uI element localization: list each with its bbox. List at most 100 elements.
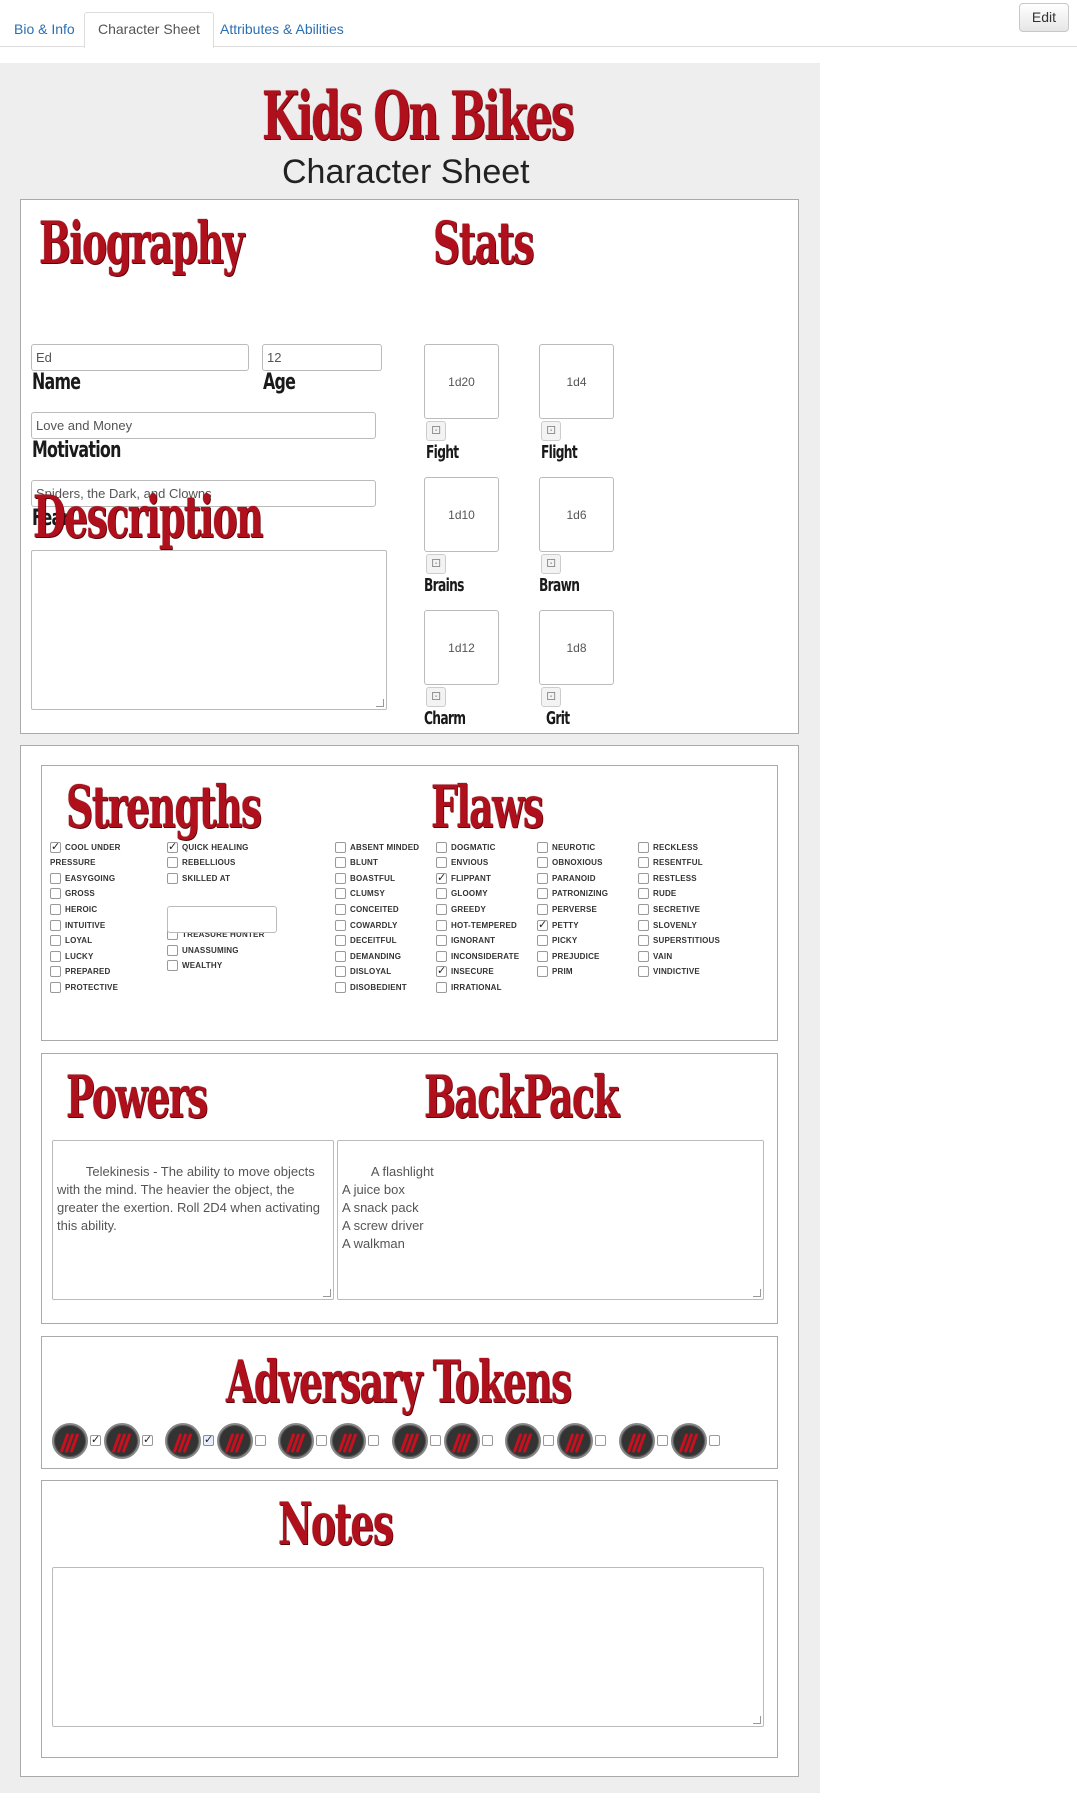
checkbox[interactable] <box>436 903 447 915</box>
checkbox-row[interactable]: LUCKY <box>50 948 94 964</box>
adversary-token-checkbox[interactable] <box>482 1435 493 1446</box>
checkbox-row[interactable]: BOASTFUL <box>335 870 395 886</box>
checkbox[interactable] <box>638 950 649 962</box>
resize-grip-icon[interactable] <box>376 699 384 707</box>
checkbox-row[interactable]: LOYAL <box>50 933 92 949</box>
checkbox[interactable] <box>638 872 649 884</box>
checkbox-row[interactable]: RUDE <box>638 886 676 902</box>
checkbox-row[interactable]: NEUROTIC <box>537 839 595 855</box>
checkbox[interactable] <box>436 950 447 962</box>
checkbox[interactable] <box>50 840 61 853</box>
checkbox[interactable] <box>335 950 346 962</box>
checkbox[interactable] <box>537 950 548 962</box>
stat-brawn-box[interactable]: 1d6 <box>539 477 614 552</box>
checkbox-row[interactable]: VAIN <box>638 948 672 964</box>
checkbox[interactable] <box>436 871 447 884</box>
checkbox-row[interactable]: VINDICTIVE <box>638 964 700 980</box>
checkbox[interactable] <box>436 888 447 900</box>
motivation-field[interactable]: Love and Money <box>31 412 376 439</box>
checkbox[interactable] <box>50 919 61 931</box>
roll-charm-button[interactable]: ⚀ <box>426 687 446 707</box>
adversary-token-checkbox[interactable] <box>657 1435 668 1446</box>
checkbox[interactable] <box>50 903 61 915</box>
tab-bio-info[interactable]: Bio & Info <box>0 12 89 47</box>
adversary-token-checkbox[interactable] <box>543 1435 554 1446</box>
checkbox-row[interactable]: IRRATIONAL <box>436 979 502 995</box>
checkbox[interactable] <box>537 903 548 915</box>
checkbox[interactable] <box>537 935 548 947</box>
adversary-token-checkbox[interactable] <box>430 1435 441 1446</box>
checkbox[interactable] <box>167 872 178 884</box>
checkbox-row[interactable]: GREEDY <box>436 901 486 917</box>
checkbox-row[interactable]: INCONSIDERATE <box>436 948 519 964</box>
roll-flight-button[interactable]: ⚀ <box>541 421 561 441</box>
stat-brains-box[interactable]: 1d10 <box>424 477 499 552</box>
checkbox-row[interactable]: RESTLESS <box>638 870 697 886</box>
resize-grip-icon[interactable] <box>753 1289 761 1297</box>
checkbox-row[interactable]: HEROIC <box>50 901 97 917</box>
checkbox[interactable] <box>50 950 61 962</box>
adversary-token-checkbox[interactable] <box>90 1433 101 1446</box>
checkbox[interactable] <box>50 872 61 884</box>
checkbox-row[interactable]: PERVERSE <box>537 901 597 917</box>
checkbox-row[interactable]: INSECURE <box>436 964 494 980</box>
checkbox[interactable] <box>335 888 346 900</box>
edit-button[interactable]: Edit <box>1018 3 1069 32</box>
checkbox-row[interactable]: PICKY <box>537 933 577 949</box>
checkbox[interactable] <box>537 966 548 978</box>
stat-grit-box[interactable]: 1d8 <box>539 610 614 685</box>
checkbox-row[interactable]: CONCEITED <box>335 901 399 917</box>
adversary-token-checkbox[interactable] <box>142 1433 153 1446</box>
checkbox-row[interactable]: FLIPPANT <box>436 870 491 886</box>
adversary-token-checkbox[interactable] <box>255 1435 266 1446</box>
checkbox-row[interactable]: ABSENT MINDED <box>335 839 419 855</box>
checkbox-row[interactable]: RECKLESS <box>638 839 698 855</box>
checkbox[interactable] <box>335 935 346 947</box>
checkbox[interactable] <box>537 918 548 931</box>
tab-attributes-abilities[interactable]: Attributes & Abilities <box>206 12 358 47</box>
roll-brains-button[interactable]: ⚀ <box>426 554 446 574</box>
checkbox-row[interactable]: GLOOMY <box>436 886 488 902</box>
checkbox[interactable] <box>335 841 346 853</box>
tab-character-sheet[interactable]: Character Sheet <box>84 12 214 48</box>
checkbox[interactable] <box>638 966 649 978</box>
checkbox[interactable] <box>537 888 548 900</box>
checkbox[interactable] <box>638 888 649 900</box>
powers-textarea[interactable]: Telekinesis - The ability to move object… <box>52 1140 334 1300</box>
skilled-at-input[interactable] <box>167 906 277 933</box>
checkbox[interactable] <box>50 981 61 993</box>
checkbox-row[interactable]: RESENTFUL <box>638 855 703 871</box>
checkbox[interactable] <box>436 841 447 853</box>
checkbox[interactable] <box>167 944 178 956</box>
checkbox-row[interactable]: DISOBEDIENT <box>335 979 407 995</box>
checkbox-row[interactable]: HOT-TEMPERED <box>436 917 517 933</box>
backpack-textarea[interactable]: A flashlight A juice box A snack pack A … <box>337 1140 764 1300</box>
checkbox[interactable] <box>537 841 548 853</box>
checkbox[interactable] <box>335 857 346 869</box>
checkbox[interactable] <box>335 981 346 993</box>
checkbox-row[interactable]: BLUNT <box>335 855 378 871</box>
checkbox-row[interactable]: PARANOID <box>537 870 596 886</box>
stat-fight-box[interactable]: 1d20 <box>424 344 499 419</box>
age-field[interactable]: 12 <box>262 344 382 371</box>
checkbox[interactable] <box>638 857 649 869</box>
checkbox[interactable] <box>50 935 61 947</box>
checkbox-row[interactable]: PRIM <box>537 964 573 980</box>
checkbox-row[interactable]: PREJUDICE <box>537 948 600 964</box>
checkbox-row[interactable]: UNASSUMING <box>167 942 239 958</box>
checkbox[interactable] <box>436 857 447 869</box>
checkbox-row[interactable]: DECEITFUL <box>335 933 397 949</box>
checkbox-row[interactable]: GROSS <box>50 886 95 902</box>
checkbox[interactable] <box>537 872 548 884</box>
adversary-token-checkbox[interactable] <box>316 1435 327 1446</box>
checkbox-row[interactable]: IGNORANT <box>436 933 495 949</box>
checkbox-row[interactable]: INTUITIVE <box>50 917 105 933</box>
checkbox[interactable] <box>167 960 178 972</box>
checkbox[interactable] <box>638 935 649 947</box>
checkbox[interactable] <box>335 966 346 978</box>
checkbox-row[interactable]: PATRONIZING <box>537 886 608 902</box>
checkbox[interactable] <box>537 857 548 869</box>
checkbox[interactable] <box>638 903 649 915</box>
checkbox[interactable] <box>167 840 178 853</box>
checkbox-row[interactable]: WEALTHY <box>167 958 222 974</box>
